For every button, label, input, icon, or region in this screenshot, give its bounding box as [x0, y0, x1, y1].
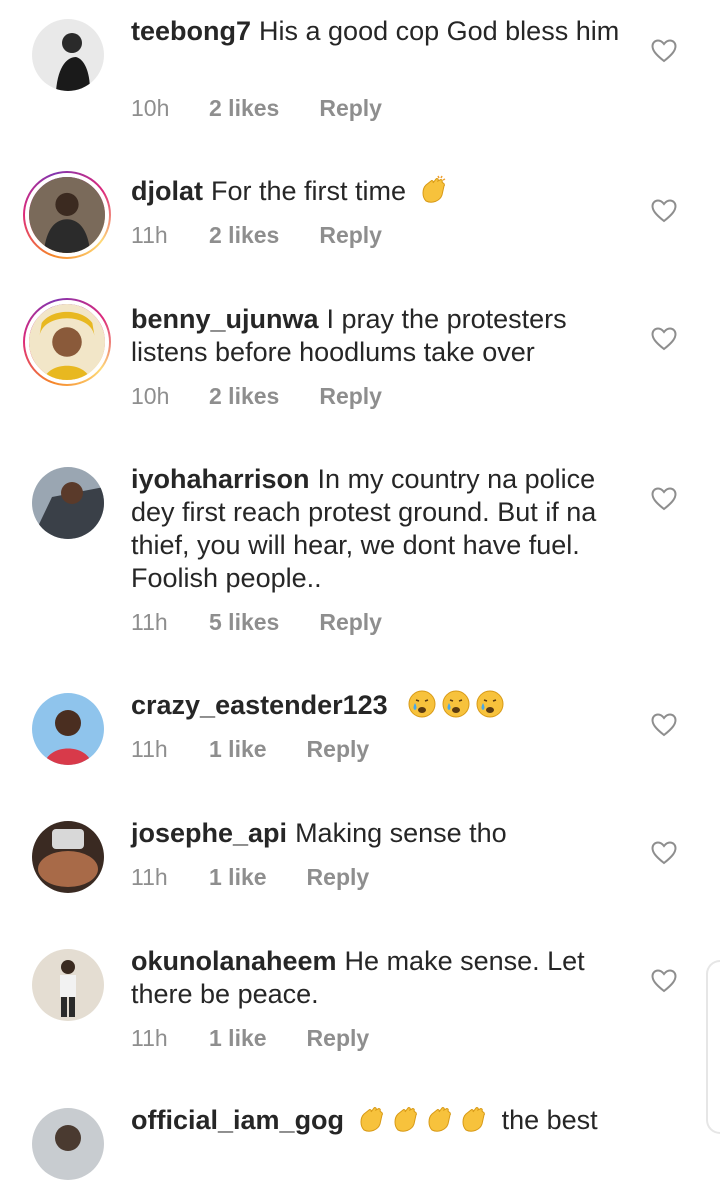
comment-username[interactable]: teebong7 — [131, 16, 251, 46]
heart-icon[interactable] — [651, 199, 677, 223]
comment-time: 10h — [131, 95, 170, 121]
comment-body: His a good cop God bless him — [259, 16, 620, 46]
reply-button[interactable]: Reply — [307, 736, 370, 763]
comment-body: For the first time — [211, 176, 407, 206]
comment-likes[interactable]: 1 like — [209, 736, 267, 763]
comment-text: benny_ujunwa I pray the protesters listen… — [131, 303, 631, 369]
reply-button[interactable]: Reply — [319, 95, 382, 122]
comment-meta: 11h 5 likes Reply — [131, 609, 382, 636]
scroll-indicator[interactable] — [706, 960, 720, 1134]
comment-username[interactable]: iyohaharrison — [131, 464, 310, 494]
crying-face-emoji — [442, 690, 470, 718]
reply-button[interactable]: Reply — [319, 383, 382, 410]
avatar[interactable] — [32, 821, 104, 893]
comment-meta: 11h 2 likes Reply — [131, 222, 382, 249]
reply-button[interactable]: Reply — [319, 222, 382, 249]
heart-icon[interactable] — [651, 713, 677, 737]
comment-likes[interactable]: 2 likes — [209, 95, 279, 122]
reply-button[interactable]: Reply — [307, 864, 370, 891]
heart-icon[interactable] — [651, 39, 677, 63]
comment-time: 11h — [131, 609, 168, 635]
avatar[interactable] — [32, 693, 104, 765]
avatar[interactable] — [32, 19, 104, 91]
avatar[interactable] — [32, 1108, 104, 1180]
comment-username[interactable]: josephe_api — [131, 818, 287, 848]
comment-text: official_iam_gog the best — [131, 1104, 631, 1137]
comment-body: the best — [501, 1105, 598, 1135]
clapping-hands-emoji — [428, 1107, 451, 1132]
heart-icon[interactable] — [651, 327, 677, 351]
avatar[interactable] — [23, 171, 111, 259]
comment-meta: 11h 1 like Reply — [131, 736, 369, 763]
avatar[interactable] — [32, 467, 104, 539]
comment-text: iyohaharrison In my country na police dey… — [131, 463, 631, 595]
comment-likes[interactable]: 1 like — [209, 864, 267, 891]
comment-meta: 10h 2 likes Reply — [131, 383, 382, 410]
comment-time: 11h — [131, 222, 168, 248]
avatar[interactable] — [32, 949, 104, 1021]
heart-icon[interactable] — [651, 841, 677, 865]
comment-time: 11h — [131, 864, 168, 890]
comment-text: josephe_api Making sense tho — [131, 817, 631, 850]
comment-text: teebong7 His a good cop God bless him — [131, 15, 631, 48]
comment-meta: 10h 2 likes Reply — [131, 95, 382, 122]
avatar[interactable] — [23, 298, 111, 386]
clapping-hands-emoji — [422, 175, 445, 203]
clapping-hands-emoji — [462, 1107, 485, 1132]
reply-button[interactable]: Reply — [319, 609, 382, 636]
comment-meta: 11h 1 like Reply — [131, 1025, 369, 1052]
comment-username[interactable]: crazy_eastender123 — [131, 690, 388, 720]
comment-text: djolat For the first time — [131, 175, 631, 208]
clapping-hands-emoji — [360, 1107, 383, 1132]
heart-icon[interactable] — [651, 969, 677, 993]
comment-time: 11h — [131, 736, 168, 762]
comment-username[interactable]: djolat — [131, 176, 203, 206]
reply-button[interactable]: Reply — [307, 1025, 370, 1052]
comment-time: 10h — [131, 383, 170, 409]
clapping-hands-emoji — [394, 1107, 417, 1132]
comment-text: crazy_eastender123 — [131, 689, 631, 722]
comment-text: okunolanaheem He make sense. Let there be… — [131, 945, 631, 1011]
comment-body: Making sense tho — [295, 818, 507, 848]
comment-likes[interactable]: 2 likes — [209, 383, 279, 410]
crying-face-emoji — [476, 690, 504, 718]
comment-time: 11h — [131, 1025, 168, 1051]
crying-face-emoji — [408, 690, 436, 718]
comment-likes[interactable]: 5 likes — [209, 609, 279, 636]
comment-username[interactable]: okunolanaheem — [131, 946, 337, 976]
comment-likes[interactable]: 1 like — [209, 1025, 267, 1052]
comment-username[interactable]: official_iam_gog — [131, 1105, 344, 1135]
comment-meta: 11h 1 like Reply — [131, 864, 369, 891]
comment-username[interactable]: benny_ujunwa — [131, 304, 319, 334]
comment-likes[interactable]: 2 likes — [209, 222, 279, 249]
heart-icon[interactable] — [651, 487, 677, 511]
